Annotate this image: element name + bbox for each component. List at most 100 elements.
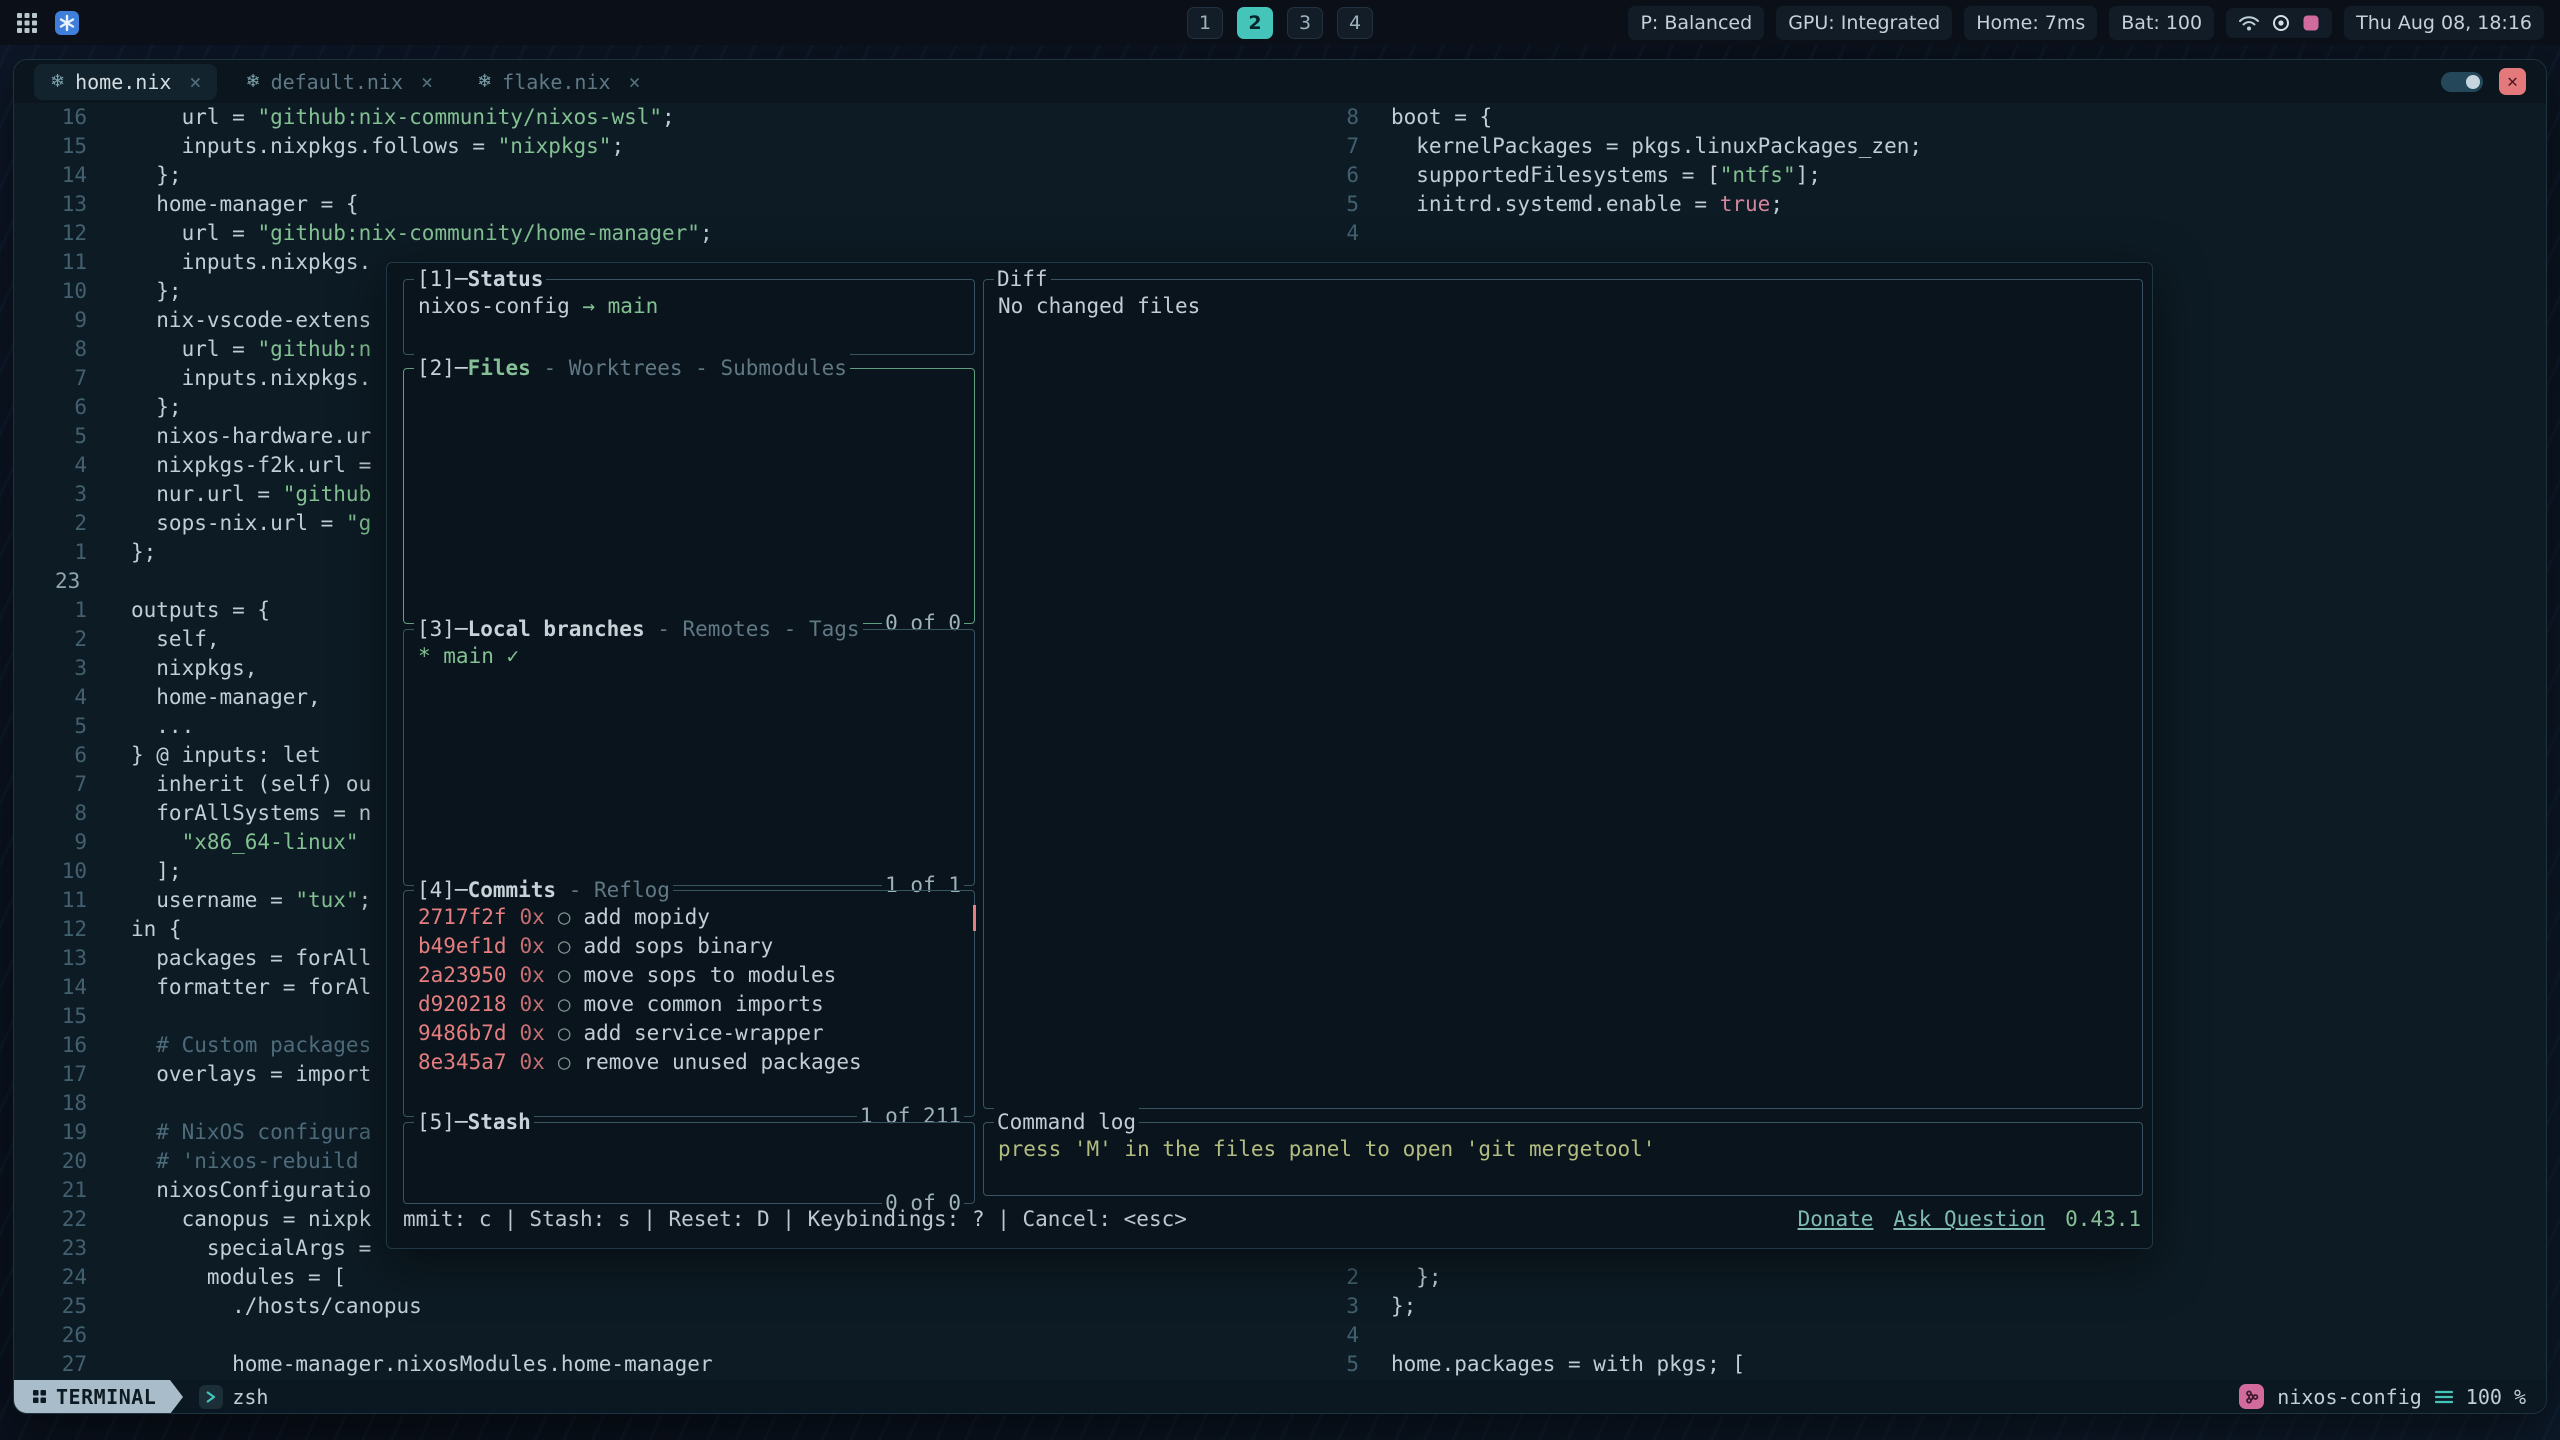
token: # NixOS configura (131, 1120, 371, 1144)
code-text: } @ inputs: let (87, 741, 321, 770)
panel-title-text: Commits (468, 876, 557, 905)
token: kernelPackages = pkgs.linuxPackages_zen; (1391, 134, 1922, 158)
token: "g (346, 511, 371, 535)
code-text: }; (1359, 1263, 1442, 1292)
code-line: 27 home-manager.nixosModules.home-manage… (14, 1350, 1304, 1379)
donate-link[interactable]: Donate (1798, 1205, 1874, 1234)
commit-message: add sops binary (583, 932, 773, 961)
code-text: nixos-hardware.ur (87, 422, 371, 451)
tab-label: home.nix (75, 70, 171, 94)
code-text (87, 567, 131, 596)
line-number: 23 (14, 567, 87, 596)
panel-commits[interactable]: [4]─Commits - Reflog 2717f2f0x○add mopid… (403, 890, 975, 1117)
tabs: ❄home.nix×❄default.nix×❄flake.nix× (34, 64, 657, 100)
line-number: 4 (14, 683, 87, 712)
code-line: 26 (14, 1321, 1304, 1350)
token: home.packages = with pkgs; [ (1391, 1352, 1745, 1376)
line-number: 16 (14, 1031, 87, 1060)
lazygit-overlay: [1]─Status nixos-config → main [2]─Files… (386, 262, 2153, 1249)
code-line: 3}; (1304, 1292, 2546, 1321)
line-number: 5 (14, 712, 87, 741)
code-text: # NixOS configura (87, 1118, 371, 1147)
commit-message: remove unused packages (583, 1048, 861, 1077)
token: "ntfs" (1720, 163, 1796, 187)
panel-number: [4]─ (417, 876, 468, 905)
code-text: inherit (self) ou (87, 770, 371, 799)
commit-hash: 2a23950 (418, 961, 507, 990)
powerline-separator (170, 1380, 183, 1414)
code-line: 8boot = { (1304, 103, 2546, 132)
editor-pane-right-top[interactable]: 8boot = {7 kernelPackages = pkgs.linuxPa… (1304, 103, 2546, 248)
tab-bar: ❄home.nix×❄default.nix×❄flake.nix× ✕ (14, 60, 2546, 103)
commit-row[interactable]: b49ef1d0x○add sops binary (418, 932, 960, 961)
line-number: 26 (14, 1321, 87, 1350)
token: nixos-hardware.ur (131, 424, 371, 448)
clock: Thu Aug 08, 18:16 (2344, 6, 2544, 40)
wifi-icon[interactable] (2238, 14, 2260, 32)
panel-diff[interactable]: Diff No changed files (983, 279, 2143, 1109)
record-icon[interactable] (2272, 14, 2290, 32)
window-toggle[interactable] (2441, 72, 2483, 92)
panel-title-text: Status (468, 265, 544, 294)
editor-pane-right-bottom[interactable]: 2 };3};45home.packages = with pkgs; [ (1304, 1263, 2546, 1379)
window-close-button[interactable]: ✕ (2499, 68, 2526, 95)
panel-command-log[interactable]: Command log press 'M' in the files panel… (983, 1122, 2143, 1196)
line-number: 14 (14, 161, 87, 190)
line-number: 4 (1304, 219, 1359, 248)
status-pill: GPU: Integrated (1776, 6, 1952, 40)
line-number: 15 (14, 132, 87, 161)
workspace-3[interactable]: 3 (1287, 7, 1323, 39)
tab-close-icon[interactable]: × (421, 70, 433, 94)
token: "github:nix-community/nixos-wsl" (257, 105, 662, 129)
workspace-4[interactable]: 4 (1337, 7, 1373, 39)
line-number: 7 (14, 770, 87, 799)
panel-stash[interactable]: [5]─Stash 0 of 0 (403, 1122, 975, 1204)
commit-row[interactable]: 2717f2f0x○add mopidy (418, 903, 960, 932)
code-line: 15 inputs.nixpkgs.follows = "nixpkgs"; (14, 132, 1304, 161)
launcher-icon[interactable] (54, 10, 80, 36)
color-picker-icon[interactable] (2302, 14, 2320, 32)
nix-icon: ❄ (477, 71, 492, 92)
code-text: "x86_64-linux" (87, 828, 359, 857)
commit-row[interactable]: 9486b7d0x○add service-wrapper (418, 1019, 960, 1048)
code-text: }; (87, 538, 156, 567)
code-text: home.packages = with pkgs; [ (1359, 1350, 1745, 1379)
line-number: 10 (14, 857, 87, 886)
token: inputs.nixpkgs.follows = (131, 134, 498, 158)
line-number: 21 (14, 1176, 87, 1205)
commit-hash: 8e345a7 (418, 1048, 507, 1077)
panel-status[interactable]: [1]─Status nixos-config → main (403, 279, 975, 355)
panel-title-text: Stash (468, 1108, 531, 1137)
list-icon[interactable] (2435, 1390, 2453, 1404)
shell-segment[interactable]: zsh (199, 1385, 268, 1409)
panel-branches[interactable]: [3]─Local branches - Remotes - Tags * ma… (403, 629, 975, 886)
branch-item[interactable]: * main ✓ (418, 644, 519, 668)
tab-home.nix[interactable]: ❄home.nix× (34, 64, 217, 100)
code-text: forAllSystems = n (87, 799, 371, 828)
token: } @ inputs: let (131, 743, 321, 767)
code-line: 6 supportedFilesystems = ["ntfs"]; (1304, 161, 2546, 190)
token: outputs = { (131, 598, 270, 622)
token: sops-nix.url = (131, 511, 346, 535)
ask-question-link[interactable]: Ask Question (1893, 1205, 2045, 1234)
token: canopus = nixpk (131, 1207, 371, 1231)
workspace-1[interactable]: 1 (1187, 7, 1223, 39)
line-number: 5 (1304, 190, 1359, 219)
code-text: inputs.nixpkgs. (87, 248, 371, 277)
tab-close-icon[interactable]: × (189, 70, 201, 94)
apps-grid-icon[interactable] (16, 12, 38, 34)
tab-flake.nix[interactable]: ❄flake.nix× (461, 64, 657, 100)
code-text: initrd.systemd.enable = true; (1359, 190, 1783, 219)
line-number: 18 (14, 1089, 87, 1118)
tab-close-icon[interactable]: × (629, 70, 641, 94)
code-text: }; (1359, 1292, 1416, 1321)
code-text: home-manager, (87, 683, 321, 712)
panel-files[interactable]: [2]─Files - Worktrees - Submodules 0 of … (403, 368, 975, 624)
token: username = (131, 888, 295, 912)
workspace-2[interactable]: 2 (1237, 7, 1273, 39)
nix-icon: ❄ (245, 71, 260, 92)
tab-default.nix[interactable]: ❄default.nix× (229, 64, 449, 100)
commit-row[interactable]: d9202180x○move common imports (418, 990, 960, 1019)
commit-row[interactable]: 2a239500x○move sops to modules (418, 961, 960, 990)
commit-row[interactable]: 8e345a70x○remove unused packages (418, 1048, 960, 1077)
